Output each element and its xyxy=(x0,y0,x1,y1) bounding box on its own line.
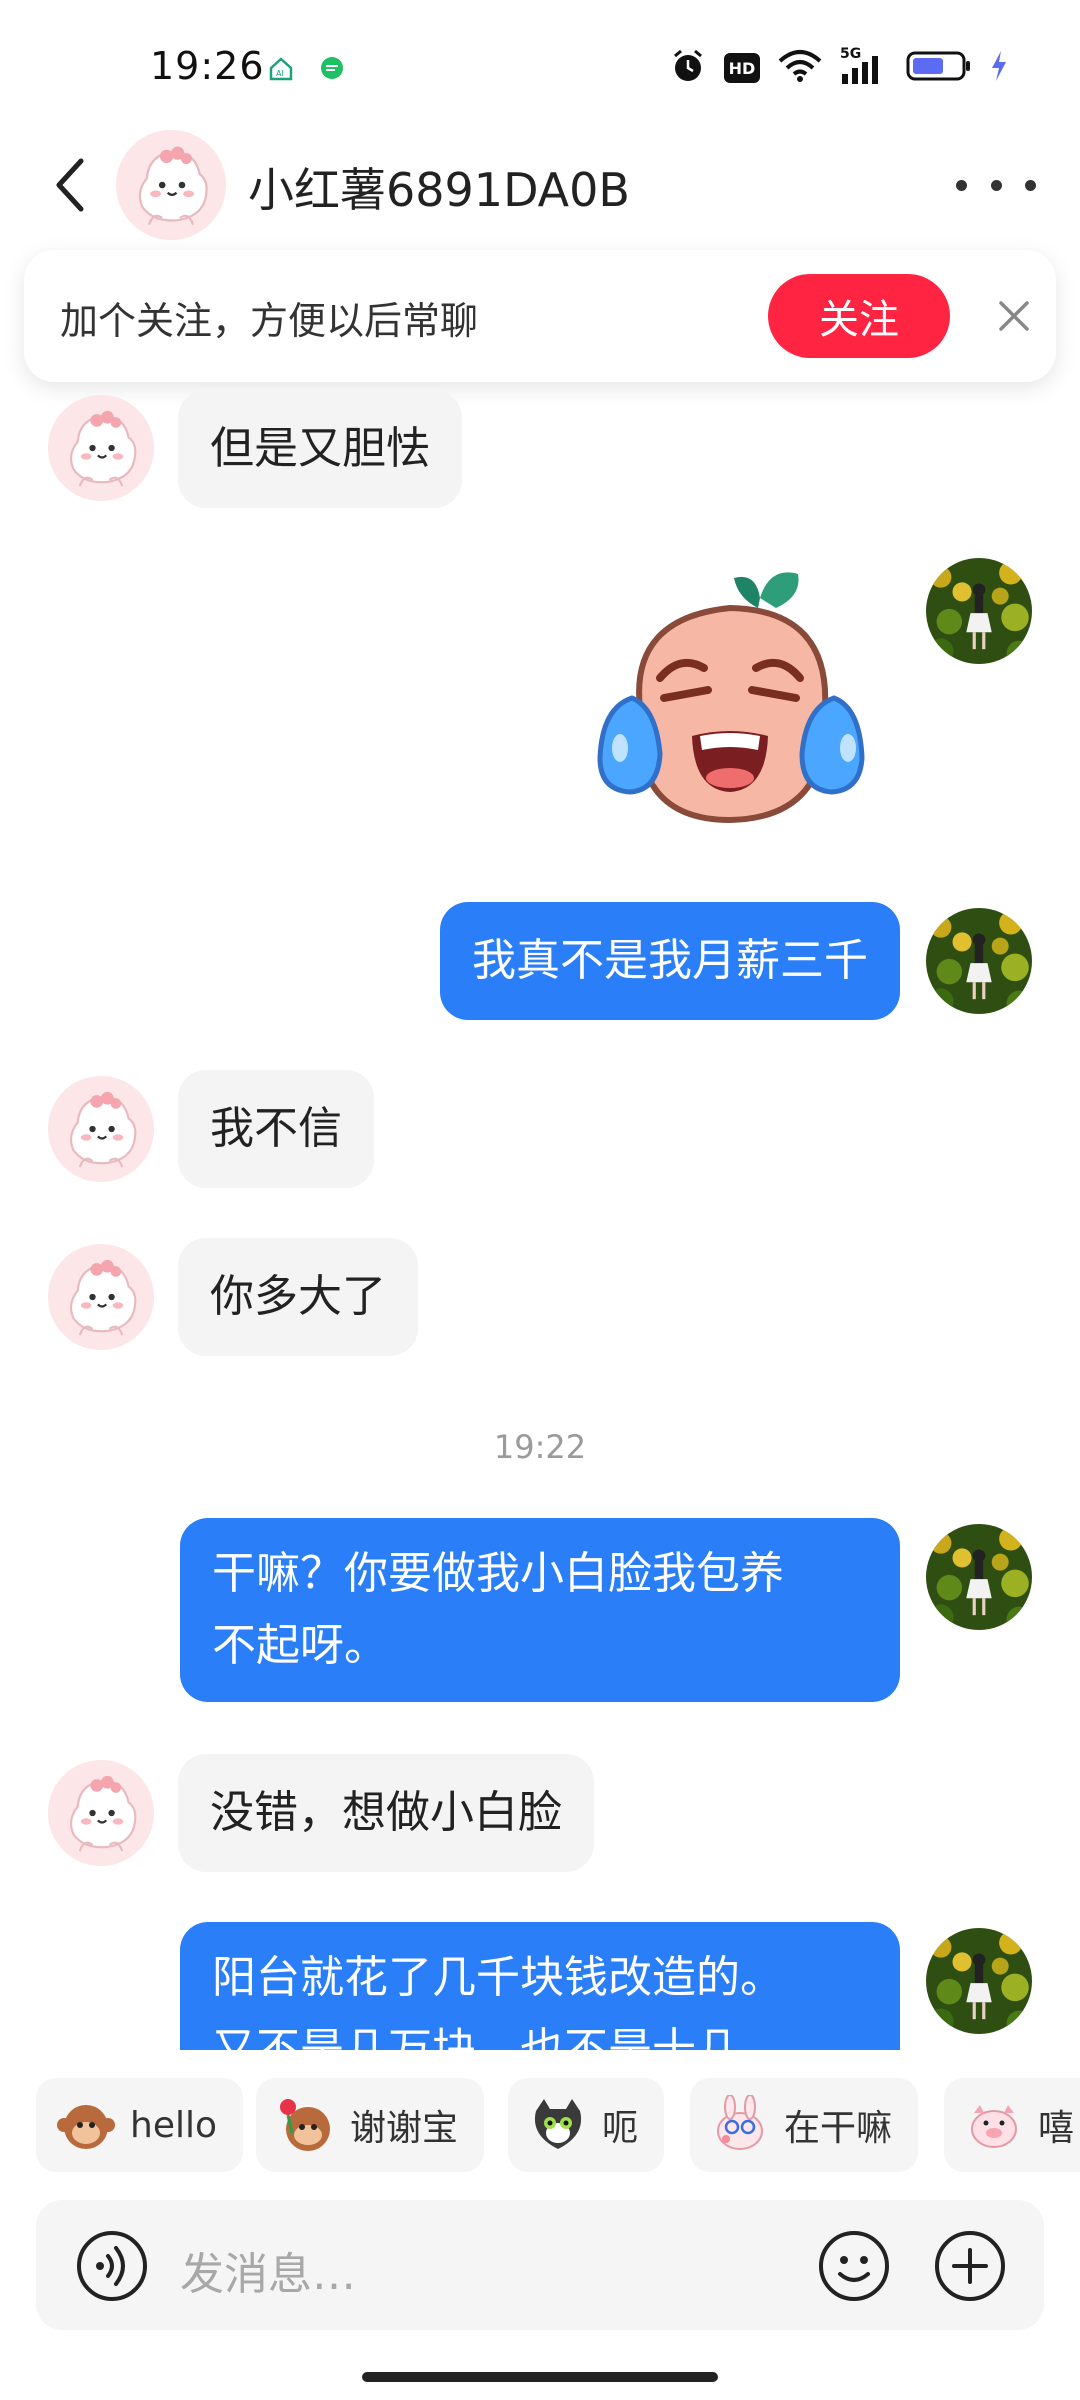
status-time: 19:26 xyxy=(150,44,265,88)
peer-avatar[interactable] xyxy=(48,1244,154,1350)
back-button[interactable] xyxy=(40,150,100,220)
message-bubble[interactable]: 阳台就花了几千块钱改造的。 又不是几万块，也不是十几 xyxy=(180,1922,900,2050)
voice-button[interactable] xyxy=(76,2230,148,2302)
signal-5g-icon: 5G xyxy=(840,46,888,86)
message-row: 你多大了 xyxy=(0,1238,1080,1358)
quick-reply-label: hello xyxy=(130,2104,217,2146)
message-bubble[interactable]: 我不信 xyxy=(178,1070,374,1188)
peer-avatar[interactable] xyxy=(48,1760,154,1866)
charging-icon xyxy=(990,50,1008,86)
hd-label: HD xyxy=(728,58,756,78)
plus-icon xyxy=(935,2231,1005,2301)
quick-reply-thanks[interactable]: 谢谢宝 xyxy=(256,2078,485,2172)
wifi-icon xyxy=(778,49,822,87)
message-bubble[interactable]: 我真不是我月薪三千 xyxy=(440,902,900,1020)
message-line: 又不是几万块，也不是十几 xyxy=(212,2024,740,2050)
my-avatar[interactable] xyxy=(926,1928,1032,2034)
quick-reply-uh[interactable]: 呃 xyxy=(508,2078,665,2172)
emoji-button[interactable] xyxy=(818,2230,890,2302)
svg-text:AI: AI xyxy=(276,69,284,78)
follow-button[interactable]: 关注 xyxy=(768,274,950,358)
close-follow-button[interactable] xyxy=(986,288,1042,344)
message-line: 不起呀。 xyxy=(212,1620,388,1671)
close-icon xyxy=(999,301,1029,331)
quick-reply-bar[interactable]: hello 谢谢宝 呃 在干嘛 嘻 xyxy=(0,2070,1080,2180)
message-list[interactable]: 但是又胆怯 我真不是我月薪三千 我不信 你多大了 19:22 干嘛？你要做我小白… xyxy=(0,382,1080,2050)
plus-button[interactable] xyxy=(934,2230,1006,2302)
hd-icon: HD xyxy=(724,53,760,83)
peer-avatar[interactable] xyxy=(48,1076,154,1182)
smile-icon xyxy=(819,2231,889,2301)
monkey-wave-emoji-icon xyxy=(56,2095,116,2155)
ai-home-icon: AI xyxy=(268,56,294,86)
status-bar: 19:26 AI HD 5G xyxy=(0,0,1080,120)
message-row: 阳台就花了几千块钱改造的。 又不是几万块，也不是十几 xyxy=(0,1922,1080,2050)
chat-title: 小红薯6891DA0B xyxy=(248,163,630,217)
message-input-bar: 发消息… xyxy=(36,2200,1044,2330)
quick-reply-what-doing[interactable]: 在干嘛 xyxy=(690,2078,919,2172)
message-row: 干嘛？你要做我小白脸我包养 不起呀。 xyxy=(0,1518,1080,1704)
time-divider: 19:22 xyxy=(493,1428,587,1466)
chat-app-icon xyxy=(320,56,344,84)
laughing-tears-sticker-icon[interactable] xyxy=(580,558,880,858)
message-line: 阳台就花了几千块钱改造的。 xyxy=(212,1952,784,2003)
message-bubble[interactable]: 但是又胆怯 xyxy=(178,390,462,508)
my-avatar[interactable] xyxy=(926,1524,1032,1630)
message-row: 但是又胆怯 xyxy=(0,382,1080,508)
alarm-icon xyxy=(670,48,706,88)
message-bubble[interactable]: 没错，想做小白脸 xyxy=(178,1754,594,1872)
quick-reply-hello[interactable]: hello xyxy=(36,2078,243,2172)
bunny-emoji-icon xyxy=(710,2094,770,2155)
chat-screen: 19:26 AI HD 5G 小红薯6891DA0B 加个关注，方便以后常聊 关… xyxy=(0,0,1080,2400)
pig-emoji-icon xyxy=(964,2095,1024,2155)
more-horizontal-icon xyxy=(956,179,1036,191)
battery-icon xyxy=(906,50,972,86)
chat-header: 小红薯6891DA0B xyxy=(0,120,1080,250)
follow-prompt-card: 加个关注，方便以后常聊 关注 xyxy=(24,250,1056,382)
message-bubble[interactable]: 你多大了 xyxy=(178,1238,418,1356)
peer-avatar[interactable] xyxy=(48,395,154,501)
quick-reply-label: 在干嘛 xyxy=(784,2108,893,2149)
voice-icon xyxy=(77,2231,147,2301)
status-icons: HD 5G xyxy=(670,46,1008,88)
message-row: 我不信 xyxy=(0,1070,1080,1190)
message-row: 我真不是我月薪三千 xyxy=(0,902,1080,1022)
message-line: 干嘛？你要做我小白脸我包养 xyxy=(212,1548,784,1599)
quick-reply-label: 谢谢宝 xyxy=(350,2108,459,2149)
quick-reply-label: 呃 xyxy=(602,2108,639,2149)
follow-prompt-text: 加个关注，方便以后常聊 xyxy=(60,299,479,343)
quick-reply-label: 嘻 xyxy=(1038,2108,1075,2149)
message-input[interactable]: 发消息… xyxy=(180,2238,356,2302)
message-row xyxy=(0,558,1080,858)
home-indicator[interactable] xyxy=(362,2372,718,2382)
my-avatar[interactable] xyxy=(926,908,1032,1014)
message-bubble[interactable]: 干嘛？你要做我小白脸我包养 不起呀。 xyxy=(180,1518,900,1702)
peer-avatar[interactable] xyxy=(116,130,226,240)
chevron-left-icon xyxy=(56,158,84,212)
message-row: 没错，想做小白脸 xyxy=(0,1754,1080,1874)
cat-emoji-icon xyxy=(528,2095,588,2155)
quick-reply-hehe[interactable]: 嘻 xyxy=(944,2078,1080,2172)
more-button[interactable] xyxy=(956,160,1036,210)
my-avatar[interactable] xyxy=(926,558,1032,664)
monkey-rose-emoji-icon xyxy=(276,2095,336,2155)
